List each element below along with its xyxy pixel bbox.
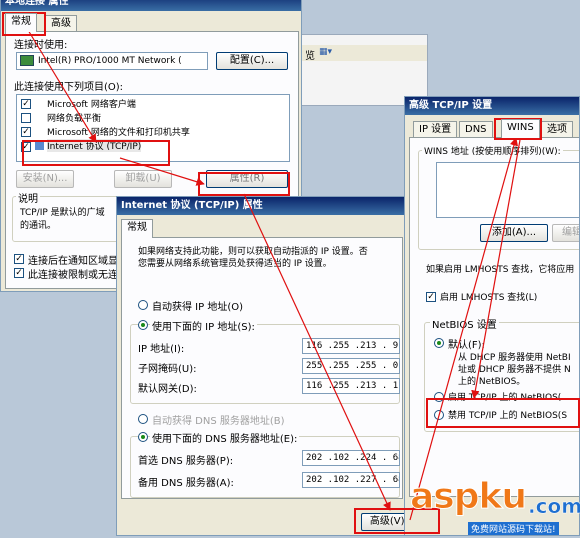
tab-advanced[interactable]: 高级 xyxy=(45,15,77,32)
window2-panel: 如果网络支持此功能，则可以获取自动指派的 IP 设置。否 您需要从网络系统管理员… xyxy=(121,237,403,499)
tab-ip-settings[interactable]: IP 设置 xyxy=(413,121,458,138)
list-item[interactable]: Microsoft 网络客户端 xyxy=(47,97,136,110)
edit-button[interactable]: 编辑 xyxy=(552,224,579,242)
netbios-default-desc-3: 上的 NetBIOS。 xyxy=(458,377,526,387)
lmhosts-checkbox[interactable]: ✓ xyxy=(426,292,436,302)
wins-list-label: WINS 地址 (按使用顺序排列)(W): xyxy=(422,144,563,157)
tab-options[interactable]: 选项 xyxy=(541,121,573,138)
alternate-dns-label: 备用 DNS 服务器(A): xyxy=(138,478,234,489)
limited-label: 此连接被限制或无连 xyxy=(28,270,118,281)
description-text-2: 的通讯。 xyxy=(20,221,57,231)
connect-using-label: 连接时使用: xyxy=(14,40,68,51)
properties-button[interactable]: 属性(R) xyxy=(206,170,288,188)
lmhosts-hint: 如果启用 LMHOSTS 查找，它将应用 xyxy=(426,265,575,275)
toolbar-dropdown-icon: ▦▾ xyxy=(319,47,333,57)
advanced-button[interactable]: 高级(V)... xyxy=(361,513,405,531)
netbios-disable-label: 禁用 TCP/IP 上的 NetBIOS(S xyxy=(448,411,568,421)
list-item[interactable]: 网络负载平衡 xyxy=(47,111,101,124)
install-button[interactable]: 安装(N)... xyxy=(16,170,74,188)
watermark-tagline: 免费网站源码下载站! xyxy=(468,522,559,535)
window1-title: 本地连接 属性 xyxy=(1,0,301,11)
description-text-1: TCP/IP 是默认的广域 xyxy=(20,208,105,218)
list-item-tcpip[interactable]: Internet 协议 (TCP/IP) xyxy=(47,139,142,152)
wins-address-list[interactable] xyxy=(436,162,579,218)
notify-checkbox[interactable]: ✓ xyxy=(14,254,24,264)
tab-general[interactable]: 常规 xyxy=(121,219,153,238)
subnet-mask-label: 子网掩码(U): xyxy=(138,364,197,375)
auto-dns-label: 自动获得 DNS 服务器地址(B) xyxy=(152,416,285,427)
use-ip-label: 使用下面的 IP 地址(S): xyxy=(150,318,257,333)
use-ip-radio[interactable] xyxy=(138,320,148,330)
window3-title: 高级 TCP/IP 设置 xyxy=(405,97,579,115)
netbios-enable-radio[interactable] xyxy=(434,392,444,402)
item-checkbox-tcpip[interactable]: ✓ xyxy=(21,142,31,152)
adapter-field: Intel(R) PRO/1000 MT Network ( xyxy=(16,52,208,70)
gateway-label: 默认网关(D): xyxy=(138,384,197,395)
background-toolbar: 览 ▦▾ xyxy=(297,45,427,62)
watermark-tld: .com xyxy=(528,494,580,519)
lmhosts-label: 启用 LMHOSTS 查找(L) xyxy=(440,293,538,303)
background-fragment-text: 览 xyxy=(305,51,315,62)
tcpip-properties-window: Internet 协议 (TCP/IP) 属性 常规 如果网络支持此功能，则可以… xyxy=(116,196,406,536)
configure-button[interactable]: 配置(C)... xyxy=(216,52,288,70)
item-checkbox-nlb[interactable] xyxy=(21,113,31,123)
netbios-title: NetBIOS 设置 xyxy=(430,316,499,331)
netbios-default-label: 默认(F): xyxy=(448,340,485,351)
netbios-default-radio[interactable] xyxy=(434,338,444,348)
window3-panel: WINS 地址 (按使用顺序排列)(W): 添加(A)... 编辑 如果启用 L… xyxy=(409,137,579,497)
limited-checkbox[interactable]: ✓ xyxy=(14,268,24,278)
watermark-brand: aspku xyxy=(409,476,527,518)
netbios-enable-label: 启用 TCP/IP 上的 NetBIOS( xyxy=(448,393,562,403)
description-title: 说明 xyxy=(16,190,40,205)
auto-ip-radio[interactable] xyxy=(138,300,148,310)
tab-general[interactable]: 常规 xyxy=(5,13,37,32)
items-label: 此连接使用下列项目(O): xyxy=(14,82,124,93)
use-dns-radio[interactable] xyxy=(138,432,148,442)
add-button[interactable]: 添加(A)... xyxy=(480,224,548,242)
list-item[interactable]: Microsoft 网络的文件和打印机共享 xyxy=(47,125,190,138)
components-list: ✓ Microsoft 网络客户端 网络负载平衡 ✓ Microsoft 网络的… xyxy=(16,94,290,162)
item-checkbox-file-sharing[interactable]: ✓ xyxy=(21,127,31,137)
ip-address-label: IP 地址(I): xyxy=(138,344,185,355)
alternate-dns-field[interactable]: 202 .102 .227 . 68 xyxy=(302,472,400,488)
intro-text-2: 您需要从网络系统管理员处获得适当的 IP 设置。 xyxy=(138,259,332,269)
advanced-tcpip-window: 高级 TCP/IP 设置 IP 设置 DNS WINS 选项 WINS 地址 (… xyxy=(404,96,580,536)
subnet-mask-field[interactable]: 255 .255 .255 . 0 xyxy=(302,358,400,374)
preferred-dns-field[interactable]: 202 .102 .224 . 68 xyxy=(302,450,400,466)
gateway-field[interactable]: 116 .255 .213 . 1 xyxy=(302,378,400,394)
uninstall-button[interactable]: 卸载(U) xyxy=(114,170,172,188)
window2-title: Internet 协议 (TCP/IP) 属性 xyxy=(117,197,405,215)
ip-address-field[interactable]: 116 .255 .213 . 91 xyxy=(302,338,400,354)
preferred-dns-label: 首选 DNS 服务器(P): xyxy=(138,456,234,467)
adapter-name: Intel(R) PRO/1000 MT Network ( xyxy=(38,56,182,66)
protocol-icon xyxy=(35,142,44,150)
auto-ip-label: 自动获得 IP 地址(O) xyxy=(152,302,244,313)
netbios-disable-radio[interactable] xyxy=(434,410,444,420)
auto-dns-radio[interactable] xyxy=(138,414,148,424)
use-dns-label: 使用下面的 DNS 服务器地址(E): xyxy=(150,430,300,445)
tab-dns[interactable]: DNS xyxy=(459,121,493,138)
watermark-logo: aspku .com 免费网站源码下载站! xyxy=(409,476,580,536)
item-checkbox-ms-client[interactable]: ✓ xyxy=(21,99,31,109)
notify-label: 连接后在通知区域显 xyxy=(28,256,118,267)
tab-wins[interactable]: WINS xyxy=(501,119,540,138)
network-adapter-icon xyxy=(20,55,34,66)
